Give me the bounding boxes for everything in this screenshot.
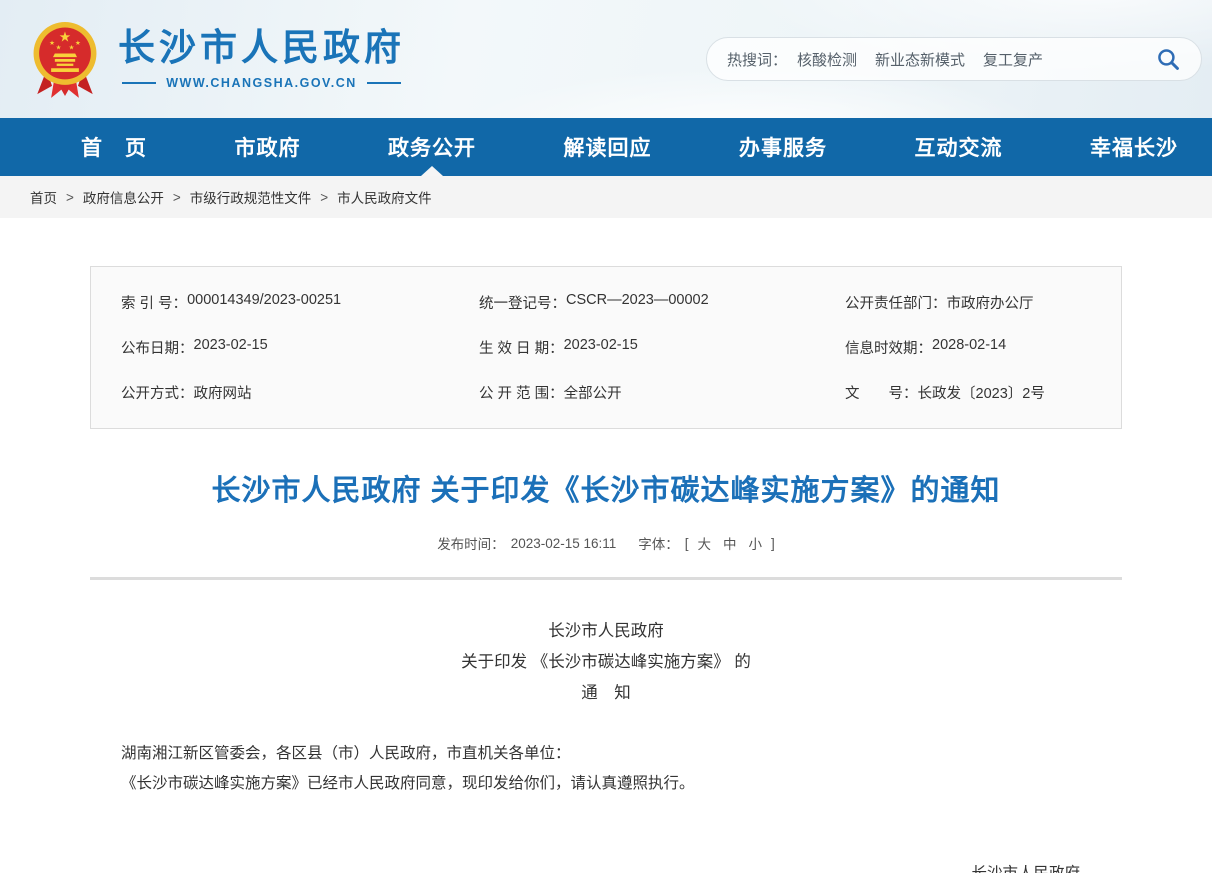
doc-heading-line-1: 长沙市人民政府 [90,616,1122,647]
hot-word-2[interactable]: 新业态新模式 [875,49,965,70]
meta-value: 长政发〔2023〕2号 [918,382,1045,403]
font-size-large-button[interactable]: 大 [698,533,712,553]
meta-registration-number: 统一登记号： CSCR—2023—00002 [479,280,845,325]
breadcrumb-separator: > [320,190,328,205]
meta-label: 公开方式： [121,382,194,403]
breadcrumb: 首页 > 政府信息公开 > 市级行政规范性文件 > 市人民政府文件 [0,176,1212,218]
hot-word-1[interactable]: 核酸检测 [797,49,857,70]
meta-label: 文 号： [845,382,918,403]
meta-label: 公开责任部门： [845,292,947,313]
meta-disclosure-method: 公开方式： 政府网站 [121,370,479,415]
site-url: WWW.CHANGSHA.GOV.CN [166,76,357,90]
page-title: 长沙市人民政府 关于印发《长沙市碳达峰实施方案》的通知 [90,467,1122,509]
national-emblem-icon: ★ ★ ★ ★ ★ [28,18,102,100]
svg-text:★: ★ [69,45,75,52]
font-size-label: 字体： [638,533,679,553]
nav-item-services[interactable]: 办事服务 [733,118,833,176]
document-meta-grid: 索 引 号： 000014349/2023-00251 统一登记号： CSCR—… [121,280,1111,415]
publish-time-label: 发布时间： [437,533,505,553]
svg-text:★: ★ [49,40,55,47]
breadcrumb-home[interactable]: 首页 [30,187,57,207]
site-header: ★ ★ ★ ★ ★ 长沙市人民政府 WWW.CHANGSHA.GOV.CN 热搜… [0,0,1212,118]
meta-label: 信息时效期： [845,337,932,358]
site-url-row: WWW.CHANGSHA.GOV.CN [118,76,405,90]
hot-search-label: 热搜词： [727,49,787,70]
meta-label: 公布日期： [121,337,194,358]
nav-item-label: 幸福长沙 [1090,132,1178,162]
meta-value: 000014349/2023-00251 [187,292,341,313]
breadcrumb-separator: > [173,190,181,205]
article-page: 索 引 号： 000014349/2023-00251 统一登记号： CSCR—… [90,266,1122,873]
font-bracket-open: [ [685,536,689,551]
main-nav: 首 页 市政府 政务公开 解读回应 办事服务 互动交流 幸福长沙 [0,118,1212,176]
font-size-medium-button[interactable]: 中 [723,533,737,553]
breadcrumb-current: 市人民政府文件 [337,187,432,207]
svg-text:★: ★ [75,40,81,47]
meta-label: 索 引 号： [121,292,187,313]
meta-value: 市政府办公厅 [947,292,1034,313]
doc-heading-line-3: 通 知 [90,678,1122,709]
nav-item-label: 互动交流 [915,132,1003,162]
nav-item-label: 办事服务 [739,132,827,162]
meta-document-number: 文 号： 长政发〔2023〕2号 [845,370,1111,415]
meta-value: CSCR—2023—00002 [566,292,709,313]
nav-item-label: 市政府 [235,132,301,162]
nav-item-interpretation[interactable]: 解读回应 [558,118,658,176]
meta-value: 政府网站 [194,382,252,403]
meta-label: 公 开 范 围： [479,382,564,403]
nav-item-label: 解读回应 [564,132,652,162]
hot-word-3[interactable]: 复工复产 [983,49,1043,70]
meta-value: 全部公开 [564,382,622,403]
svg-text:★: ★ [56,45,62,52]
nav-item-city-gov[interactable]: 市政府 [229,118,307,176]
site-name: 长沙市人民政府 [118,28,405,69]
meta-validity-period: 信息时效期： 2028-02-14 [845,325,1111,370]
meta-label: 生 效 日 期： [479,337,564,358]
hot-search-words: 核酸检测 新业态新模式 复工复产 [797,49,1155,70]
url-dash-left [122,82,156,84]
document-heading: 长沙市人民政府 关于印发 《长沙市碳达峰实施方案》 的 通 知 [90,616,1122,709]
site-logo[interactable]: ★ ★ ★ ★ ★ 长沙市人民政府 WWW.CHANGSHA.GOV.CN [28,18,405,100]
doc-paragraph-recipients: 湖南湘江新区管委会，各区县（市）人民政府，市直机关各单位： [90,739,1122,769]
meta-index-number: 索 引 号： 000014349/2023-00251 [121,280,479,325]
meta-publish-date: 公布日期： 2023-02-15 [121,325,479,370]
active-indicator [421,166,443,176]
nav-item-happy-changsha[interactable]: 幸福长沙 [1084,118,1184,176]
meta-responsible-dept: 公开责任部门： 市政府办公厅 [845,280,1111,325]
meta-label: 统一登记号： [479,292,566,313]
nav-item-label: 政务公开 [388,132,476,162]
doc-paragraph-main: 《长沙市碳达峰实施方案》已经市人民政府同意，现印发给你们，请认真遵照执行。 [90,769,1122,799]
font-size-small-button[interactable]: 小 [749,533,763,553]
nav-item-gov-disclosure[interactable]: 政务公开 [382,118,482,176]
publish-time: 2023-02-15 16:11 [511,536,617,551]
signature-block: 长沙市人民政府 2023年1月13日 [90,857,1122,873]
publish-meta-row: 发布时间： 2023-02-15 16:11 字体： [ 大 中 小 ] [90,533,1122,553]
font-bracket-close: ] [771,536,775,551]
signature-name: 长沙市人民政府 [90,857,1080,873]
document-meta-box: 索 引 号： 000014349/2023-00251 统一登记号： CSCR—… [90,266,1122,429]
document-body: 湖南湘江新区管委会，各区县（市）人民政府，市直机关各单位： 《长沙市碳达峰实施方… [90,739,1122,799]
breadcrumb-separator: > [66,190,74,205]
svg-text:★: ★ [59,28,71,44]
title-divider [90,577,1122,580]
meta-disclosure-scope: 公 开 范 围： 全部公开 [479,370,845,415]
nav-item-home[interactable]: 首 页 [75,118,153,176]
search-icon[interactable] [1155,46,1181,72]
nav-item-label: 首 页 [81,132,147,162]
site-title-block: 长沙市人民政府 WWW.CHANGSHA.GOV.CN [118,28,405,90]
meta-effective-date: 生 效 日 期： 2023-02-15 [479,325,845,370]
doc-heading-line-2: 关于印发 《长沙市碳达峰实施方案》 的 [90,647,1122,678]
breadcrumb-info-disclosure[interactable]: 政府信息公开 [83,187,164,207]
search-bar[interactable]: 热搜词： 核酸检测 新业态新模式 复工复产 [706,37,1202,81]
meta-value: 2023-02-15 [194,337,268,358]
meta-value: 2023-02-15 [564,337,638,358]
meta-value: 2028-02-14 [932,337,1006,358]
nav-item-interaction[interactable]: 互动交流 [909,118,1009,176]
breadcrumb-normative-docs[interactable]: 市级行政规范性文件 [190,187,312,207]
url-dash-right [367,82,401,84]
